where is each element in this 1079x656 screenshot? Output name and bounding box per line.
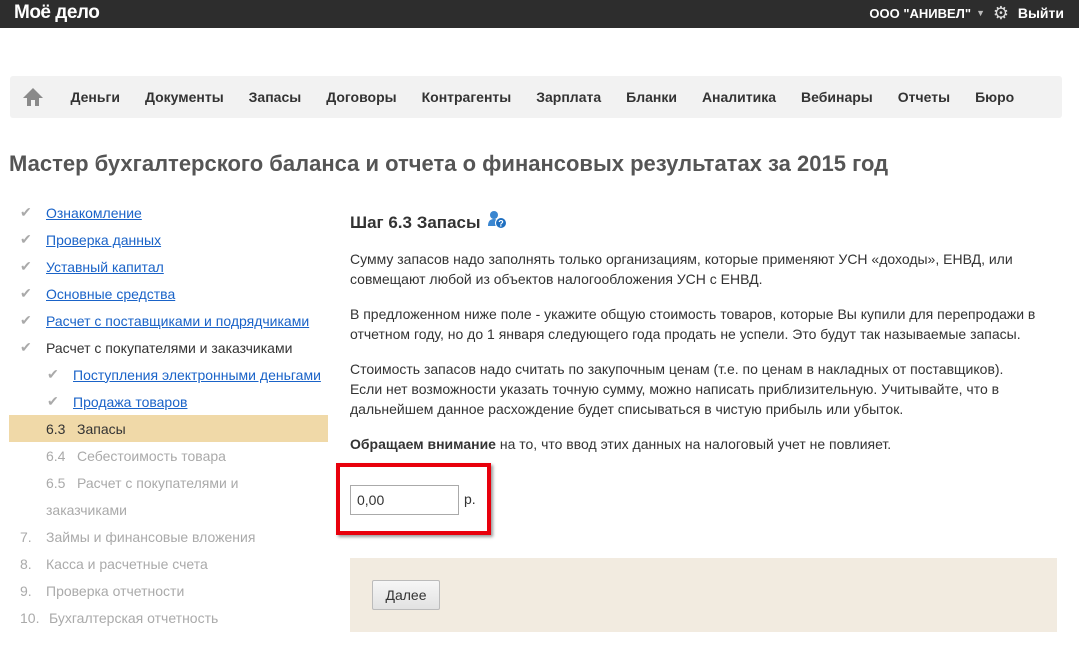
step-link[interactable]: Проверка данных <box>46 232 161 248</box>
step-number: 7. <box>20 528 32 545</box>
logo[interactable]: Моё дело <box>14 2 100 24</box>
substep-item[interactable]: ✔ Продажа товаров <box>9 388 328 415</box>
info-text: Сумму запасов надо заполнять только орга… <box>350 251 1013 287</box>
nav-buro[interactable]: Бюро <box>975 89 1014 105</box>
next-button[interactable]: Далее <box>372 580 440 610</box>
step-item: 9. Проверка отчетности <box>9 577 328 604</box>
step-item[interactable]: ✔ Расчет с поставщиками и подрядчиками <box>9 307 328 334</box>
top-bar: Моё дело ООО "АНИВЕЛ" ▼ ⚙ Выйти <box>0 0 1079 28</box>
step-label: Себестоимость товара <box>77 447 226 464</box>
info-line: Если нет возможности указать точную сумм… <box>350 381 1000 417</box>
chevron-down-icon[interactable]: ▼ <box>976 8 985 18</box>
nav-dogovory[interactable]: Договоры <box>326 89 396 105</box>
nav-zarplata[interactable]: Зарплата <box>536 89 601 105</box>
step-content: Шаг 6.3 Запасы ? Сумму запасов надо запо… <box>350 210 1055 469</box>
step-label: Расчет с покупателями и заказчиками <box>46 339 293 356</box>
currency-label: р. <box>464 491 476 507</box>
substep-item-cont: заказчиками <box>9 496 328 523</box>
step-label: Запасы <box>77 420 126 437</box>
step-label: Касса и расчетные счета <box>46 555 208 572</box>
step-item: ✔ Расчет с покупателями и заказчиками <box>9 334 328 361</box>
action-panel <box>350 558 1057 632</box>
inventory-amount-input[interactable] <box>350 485 459 515</box>
wizard-steps: ✔ Ознакомление ✔ Проверка данных ✔ Уставный… <box>9 199 328 631</box>
check-icon: ✔ <box>20 231 32 247</box>
info-line: Стоимость запасов надо считать по закупо… <box>350 361 1004 377</box>
nav-blanki[interactable]: Бланки <box>626 89 677 105</box>
step-number: 9. <box>20 582 32 599</box>
substep-item[interactable]: ✔ Поступления электронными деньгами <box>9 361 328 388</box>
step-label: Проверка отчетности <box>46 582 185 599</box>
svg-text:?: ? <box>498 219 504 229</box>
logout-link[interactable]: Выйти <box>1018 5 1064 21</box>
check-icon: ✔ <box>20 285 32 301</box>
nav-vebinary[interactable]: Вебинары <box>801 89 873 105</box>
step-number: 6.4 <box>46 447 66 464</box>
substep-item: 6.4 Себестоимость товара <box>9 442 328 469</box>
step-item[interactable]: ✔ Уставный капитал <box>9 253 328 280</box>
step-number: 6.5 <box>46 474 66 491</box>
step-title: Шаг 6.3 Запасы <box>350 212 481 232</box>
step-item[interactable]: ✔ Проверка данных <box>9 226 328 253</box>
check-icon: ✔ <box>20 258 32 274</box>
check-icon: ✔ <box>20 204 32 220</box>
attention-text: Обращаем внимание на то, что ввод этих д… <box>350 434 1055 454</box>
step-label: Займы и финансовые вложения <box>46 528 256 545</box>
attention-bold: Обращаем внимание <box>350 436 496 452</box>
step-link[interactable]: Продажа товаров <box>73 394 187 410</box>
nav-dengi[interactable]: Деньги <box>71 89 120 105</box>
check-icon: ✔ <box>47 366 59 382</box>
info-text: В предложенном ниже поле - укажите общую… <box>350 306 1036 342</box>
check-icon: ✔ <box>20 339 32 355</box>
main-nav: Деньги Документы Запасы Договоры Контраг… <box>10 76 1062 118</box>
step-label: Расчет с покупателями и <box>77 474 239 491</box>
gear-icon[interactable]: ⚙ <box>993 3 1009 24</box>
step-number: 8. <box>20 555 32 572</box>
step-number: 10. <box>20 609 40 626</box>
info-text: Стоимость запасов надо считать по закупо… <box>350 359 1055 419</box>
step-link[interactable]: Расчет с поставщиками и подрядчиками <box>46 313 309 329</box>
step-item: 7. Займы и финансовые вложения <box>9 523 328 550</box>
step-label: заказчиками <box>46 501 127 518</box>
step-item: 8. Касса и расчетные счета <box>9 550 328 577</box>
step-link[interactable]: Уставный капитал <box>46 259 164 275</box>
nav-kontragenty[interactable]: Контрагенты <box>422 89 512 105</box>
home-icon[interactable] <box>22 87 44 107</box>
step-label: Бухгалтерская отчетность <box>49 609 219 626</box>
nav-zapasy[interactable]: Запасы <box>249 89 302 105</box>
nav-analitika[interactable]: Аналитика <box>702 89 776 105</box>
step-item: 10. Бухгалтерская отчетность <box>9 604 328 631</box>
org-selector[interactable]: ООО "АНИВЕЛ" <box>869 6 971 21</box>
step-link[interactable]: Основные средства <box>46 286 175 302</box>
page-title: Мастер бухгалтерского баланса и отчета о… <box>9 151 889 176</box>
check-icon: ✔ <box>47 393 59 409</box>
attention-rest: на то, что ввод этих данных на налоговый… <box>495 436 892 452</box>
substep-item-active: 6.3 Запасы <box>9 415 328 442</box>
check-icon: ✔ <box>20 312 32 328</box>
step-item[interactable]: ✔ Основные средства <box>9 280 328 307</box>
nav-otchety[interactable]: Отчеты <box>898 89 950 105</box>
step-link[interactable]: Поступления электронными деньгами <box>73 367 321 383</box>
step-number: 6.3 <box>46 420 66 437</box>
step-item[interactable]: ✔ Ознакомление <box>9 199 328 226</box>
step-link[interactable]: Ознакомление <box>46 205 142 221</box>
help-user-icon[interactable]: ? <box>487 210 507 235</box>
substep-item: 6.5 Расчет с покупателями и <box>9 469 328 496</box>
nav-dokumenty[interactable]: Документы <box>145 89 224 105</box>
